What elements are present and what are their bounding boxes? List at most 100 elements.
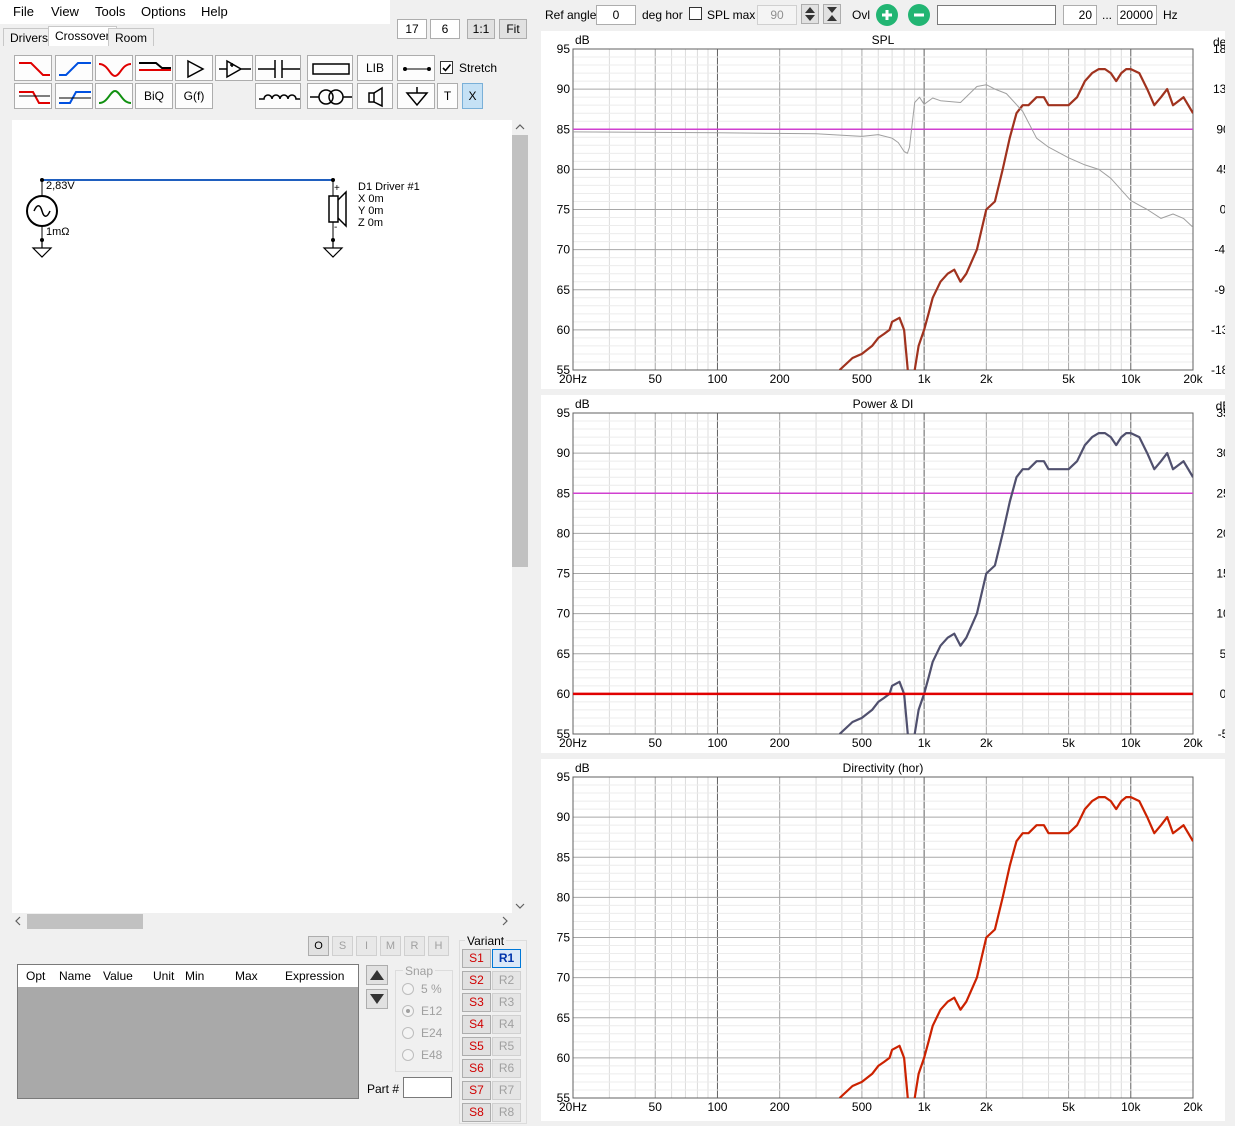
- variant-s1-button[interactable]: S1: [462, 949, 491, 968]
- notch-filter-button[interactable]: [95, 55, 133, 81]
- buffer-amp-button[interactable]: [215, 55, 253, 81]
- horizontal-scroll-thumb[interactable]: [27, 914, 143, 929]
- variant-r7-button[interactable]: R7: [492, 1081, 521, 1100]
- highpass-2nd-button[interactable]: [55, 83, 93, 109]
- grid-step-field[interactable]: 6: [430, 19, 460, 39]
- variant-r6-button[interactable]: R6: [492, 1059, 521, 1078]
- move-down-button[interactable]: [366, 989, 388, 1009]
- variant-r5-button[interactable]: R5: [492, 1037, 521, 1056]
- scroll-down-icon: [515, 903, 525, 909]
- bandpass-filter-button[interactable]: [95, 83, 133, 109]
- col-name[interactable]: Name: [59, 969, 91, 983]
- tab-room[interactable]: Room: [108, 28, 155, 46]
- shelf-filter-button[interactable]: [135, 55, 173, 81]
- transfer-function-button[interactable]: G(f): [175, 83, 213, 109]
- variant-r1-button[interactable]: R1: [492, 949, 521, 968]
- menu-options[interactable]: Options: [141, 4, 186, 19]
- part-number-input[interactable]: [403, 1077, 452, 1098]
- snap-e12-radio[interactable]: [402, 1005, 414, 1017]
- schematic-vertical-scrollbar[interactable]: [512, 120, 528, 913]
- spl-spin-button[interactable]: [801, 4, 819, 24]
- optimize-s-button[interactable]: S: [332, 936, 353, 956]
- variant-r8-button[interactable]: R8: [492, 1103, 521, 1122]
- lowpass-filter-button[interactable]: [14, 55, 52, 81]
- optimize-o-button[interactable]: O: [308, 936, 329, 956]
- parameter-table[interactable]: Opt Name Value Unit Min Max Expression: [17, 964, 359, 1099]
- col-unit[interactable]: Unit: [153, 969, 174, 983]
- freq-max-input[interactable]: 20000: [1117, 5, 1157, 25]
- variant-s6-button[interactable]: S6: [462, 1059, 491, 1078]
- y-tick-label: 85: [557, 122, 571, 136]
- optimize-r-button[interactable]: R: [404, 936, 425, 956]
- spl-max-checkbox[interactable]: [689, 7, 702, 20]
- optimize-i-button[interactable]: I: [356, 936, 377, 956]
- wire-button[interactable]: [397, 55, 435, 81]
- highpass-2nd-icon: [59, 91, 91, 104]
- variant-s7-button[interactable]: S7: [462, 1081, 491, 1100]
- power-di-chart-panel[interactable]: 20Hz 50 100 200 500 1k 2k 5k 10k 20k 95 90 85 80 75 70 6…: [541, 395, 1225, 753]
- y-tick-label: 75: [557, 567, 571, 581]
- col-max[interactable]: Max: [235, 969, 258, 983]
- resistor-button[interactable]: [307, 55, 353, 81]
- tab-crossover[interactable]: Crossover: [48, 26, 117, 46]
- move-up-button[interactable]: [366, 965, 388, 985]
- menu-help[interactable]: Help: [201, 4, 228, 19]
- overlay-remove-button[interactable]: [908, 4, 930, 26]
- optimize-h-button[interactable]: H: [428, 936, 449, 956]
- snap-5pct-radio[interactable]: [402, 983, 414, 995]
- spl-chart-panel[interactable]: 20Hz 50 100 200 500 1k 2k 5k 10k 20k 95 90 85 80 75 70 6…: [541, 31, 1225, 389]
- stretch-checkbox[interactable]: [440, 61, 453, 74]
- col-expression[interactable]: Expression: [285, 969, 344, 983]
- biquad-button[interactable]: BiQ: [135, 83, 173, 109]
- ref-angle-input[interactable]: 0: [596, 5, 636, 25]
- snap-e24-radio[interactable]: [402, 1027, 414, 1039]
- hz-label: Hz: [1163, 8, 1178, 22]
- schematic-canvas[interactable]: 2,83V 1mΩ D1 Driver #1 X 0m Y 0m Z 0m + …: [12, 120, 512, 913]
- inductor-button[interactable]: [255, 83, 301, 109]
- amplifier-button[interactable]: [175, 55, 213, 81]
- col-min[interactable]: Min: [185, 969, 204, 983]
- variant-s4-button[interactable]: S4: [462, 1015, 491, 1034]
- transfer-function-label: G(f): [183, 89, 205, 103]
- capacitor-button[interactable]: [255, 55, 301, 81]
- transformer-button[interactable]: [307, 83, 353, 109]
- variant-r2-button[interactable]: R2: [492, 971, 521, 990]
- overlay-add-button[interactable]: [876, 4, 898, 26]
- y-tick-label: 80: [557, 162, 571, 176]
- text-button[interactable]: T: [437, 83, 458, 109]
- delete-button[interactable]: X: [462, 83, 483, 109]
- vertical-scroll-thumb[interactable]: [512, 135, 528, 567]
- collapse-icon: [827, 7, 837, 21]
- x-tick-label: 1k: [918, 372, 932, 386]
- lowpass-2nd-button[interactable]: [14, 83, 52, 109]
- variant-s5-button[interactable]: S5: [462, 1037, 491, 1056]
- menu-file[interactable]: File: [13, 4, 34, 19]
- menu-tools[interactable]: Tools: [95, 4, 125, 19]
- spl-max-input[interactable]: 90: [757, 5, 797, 25]
- grid-size-field[interactable]: 17: [397, 19, 427, 39]
- col-opt[interactable]: Opt: [26, 969, 45, 983]
- freq-min-input[interactable]: 20: [1063, 5, 1097, 25]
- highpass-filter-button[interactable]: [55, 55, 93, 81]
- directivity-chart-panel[interactable]: 20Hz 50 100 200 500 1k 2k 5k 10k 20k 95 90 85 80 75 70 6…: [541, 759, 1225, 1121]
- library-button[interactable]: LIB: [357, 55, 393, 81]
- zoom-1to1-button[interactable]: 1:1: [467, 19, 495, 39]
- spl-collapse-button[interactable]: [823, 4, 841, 24]
- schematic-horizontal-scrollbar[interactable]: [12, 913, 512, 930]
- overlay-name-input[interactable]: [937, 5, 1056, 25]
- variant-r3-button[interactable]: R3: [492, 993, 521, 1012]
- variant-s3-button[interactable]: S3: [462, 993, 491, 1012]
- snap-5pct-label: 5 %: [421, 982, 442, 996]
- variant-r4-button[interactable]: R4: [492, 1015, 521, 1034]
- ground-button[interactable]: [397, 83, 435, 109]
- variant-s2-button[interactable]: S2: [462, 971, 491, 990]
- menu-view[interactable]: View: [51, 4, 79, 19]
- variant-s8-button[interactable]: S8: [462, 1103, 491, 1122]
- col-value[interactable]: Value: [103, 969, 133, 983]
- optimize-m-button[interactable]: M: [380, 936, 401, 956]
- snap-e48-radio[interactable]: [402, 1049, 414, 1061]
- driver-button[interactable]: [357, 83, 393, 109]
- plus-icon: [882, 10, 892, 20]
- zoom-fit-button[interactable]: Fit: [499, 19, 527, 39]
- y2-tick-label: 135: [1213, 82, 1225, 96]
